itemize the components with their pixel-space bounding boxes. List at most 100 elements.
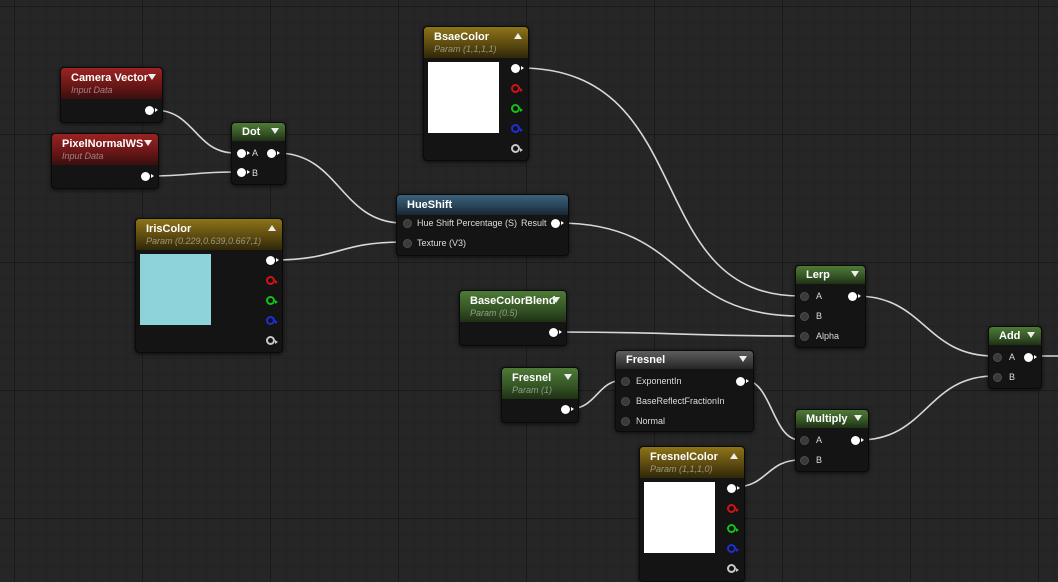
output-pin-b[interactable] — [511, 124, 523, 133]
input-pin-exponent[interactable] — [621, 377, 630, 386]
wire-blend-to-lerp-alpha — [556, 331, 801, 337]
collapse-arrow-icon[interactable] — [1027, 332, 1035, 338]
input-pin-b[interactable] — [237, 168, 250, 177]
pin-label-b: B — [252, 168, 259, 178]
output-pin-r[interactable] — [727, 504, 739, 513]
output-pin[interactable] — [848, 292, 861, 301]
output-pin[interactable] — [145, 106, 158, 115]
node-title: BsaeColor — [434, 31, 490, 43]
output-pin-r[interactable] — [266, 276, 278, 285]
pin-label-normal: Normal — [636, 416, 666, 426]
input-pin-hue-shift[interactable] — [403, 219, 412, 228]
node-title: Fresnel — [512, 372, 552, 384]
fresnel-color-node[interactable]: FresnelColor Param (1,1,1,0) — [639, 446, 745, 582]
base-color-blend-node[interactable]: BaseColorBlend Param (0.5) — [459, 290, 567, 346]
input-pin-b[interactable] — [993, 373, 1002, 382]
output-pin[interactable] — [141, 172, 154, 181]
node-subtitle: Input Data — [71, 85, 113, 95]
node-title: Dot — [242, 126, 261, 138]
color-swatch — [644, 482, 715, 553]
collapse-arrow-icon[interactable] — [144, 140, 152, 146]
pixel-normal-ws-node[interactable]: PixelNormalWS Input Data — [51, 133, 159, 189]
output-pin-a[interactable] — [511, 144, 523, 153]
color-swatch — [140, 254, 211, 325]
multiply-node[interactable]: Multiply A B — [795, 409, 869, 472]
pin-label-a: A — [1009, 352, 1016, 362]
output-pin-g[interactable] — [727, 524, 739, 533]
output-pin-g[interactable] — [511, 104, 523, 113]
input-pin-normal[interactable] — [621, 417, 630, 426]
collapse-arrow-icon[interactable] — [854, 415, 862, 421]
pin-label-a: A — [252, 148, 259, 158]
node-title: BaseColorBlend — [470, 295, 556, 307]
pin-label-a: A — [816, 291, 823, 301]
input-pin-a[interactable] — [800, 436, 809, 445]
iris-color-node[interactable]: IrisColor Param (0.229,0.639,0.667,1) — [135, 218, 283, 353]
node-subtitle: Param (0.5) — [470, 308, 518, 318]
collapse-arrow-icon[interactable] — [148, 74, 156, 80]
output-pin-rgba[interactable] — [511, 64, 524, 73]
wire-lerp-to-add-a — [855, 295, 995, 357]
input-pin-a[interactable] — [800, 292, 809, 301]
output-pin-a[interactable] — [266, 336, 278, 345]
input-pin-a[interactable] — [237, 149, 250, 158]
output-pin-g[interactable] — [266, 296, 278, 305]
bsae-color-node[interactable]: BsaeColor Param (1,1,1,1) — [423, 26, 529, 161]
collapse-arrow-icon[interactable] — [271, 128, 279, 134]
add-node[interactable]: Add A B — [988, 326, 1042, 389]
output-pin-b[interactable] — [727, 544, 739, 553]
camera-vector-node[interactable]: Camera Vector Input Data — [60, 67, 163, 123]
output-pin-a[interactable] — [727, 564, 739, 573]
node-title: IrisColor — [146, 223, 192, 235]
wire-bsae-to-lerp-a — [519, 67, 801, 297]
output-pin-rgba[interactable] — [727, 484, 740, 493]
wire-multiply-to-add-b — [858, 375, 995, 441]
pin-label-b: B — [816, 311, 823, 321]
node-title: Fresnel — [626, 354, 666, 366]
output-pin-r[interactable] — [511, 84, 523, 93]
dot-node[interactable]: Dot A B — [231, 122, 286, 185]
node-title: FresnelColor — [650, 451, 718, 463]
lerp-node[interactable]: Lerp A B Alpha — [795, 265, 866, 348]
pin-label-alpha: Alpha — [816, 331, 840, 341]
wire-camera-to-dot-a — [153, 109, 236, 154]
input-pin-a[interactable] — [993, 353, 1002, 362]
color-swatch — [428, 62, 499, 133]
hue-shift-node[interactable]: HueShift Hue Shift Percentage (S) Result… — [396, 194, 569, 256]
input-pin-alpha[interactable] — [800, 332, 809, 341]
input-pin-b[interactable] — [800, 312, 809, 321]
collapse-arrow-icon[interactable] — [739, 356, 747, 362]
fresnel-param-node[interactable]: Fresnel Param (1) — [501, 367, 579, 423]
output-pin[interactable] — [736, 377, 749, 386]
node-title: Camera Vector — [71, 72, 149, 84]
collapse-arrow-icon[interactable] — [268, 225, 276, 231]
collapse-arrow-icon[interactable] — [552, 297, 560, 303]
output-pin[interactable] — [851, 436, 864, 445]
output-pin[interactable] — [1024, 353, 1037, 362]
node-subtitle: Input Data — [62, 151, 104, 161]
input-pin-b[interactable] — [800, 456, 809, 465]
output-pin[interactable] — [561, 405, 574, 414]
node-subtitle: Param (1,1,1,0) — [650, 464, 713, 474]
collapse-arrow-icon[interactable] — [730, 453, 738, 459]
output-pin-result[interactable] — [551, 219, 564, 228]
collapse-arrow-icon[interactable] — [564, 374, 572, 380]
collapse-arrow-icon[interactable] — [514, 33, 522, 39]
collapse-arrow-icon[interactable] — [851, 271, 859, 277]
pin-label-texture: Texture (V3) — [417, 238, 467, 248]
pin-label-hue-shift: Hue Shift Percentage (S) — [417, 218, 518, 228]
pin-label-b: B — [1009, 372, 1016, 382]
input-pin-base-reflect[interactable] — [621, 397, 630, 406]
pin-label-b: B — [816, 455, 823, 465]
output-pin-b[interactable] — [266, 316, 278, 325]
node-title: Add — [999, 330, 1021, 342]
node-title: HueShift — [407, 199, 453, 211]
fresnel-function-node[interactable]: Fresnel ExponentIn BaseReflectFractionIn… — [615, 350, 754, 432]
node-title: PixelNormalWS — [62, 138, 144, 150]
node-subtitle: Param (1) — [512, 385, 553, 395]
output-pin[interactable] — [549, 328, 562, 337]
input-pin-texture[interactable] — [403, 239, 412, 248]
wire-dot-to-hueshift — [276, 152, 404, 224]
output-pin[interactable] — [267, 149, 280, 158]
output-pin-rgba[interactable] — [266, 256, 279, 265]
